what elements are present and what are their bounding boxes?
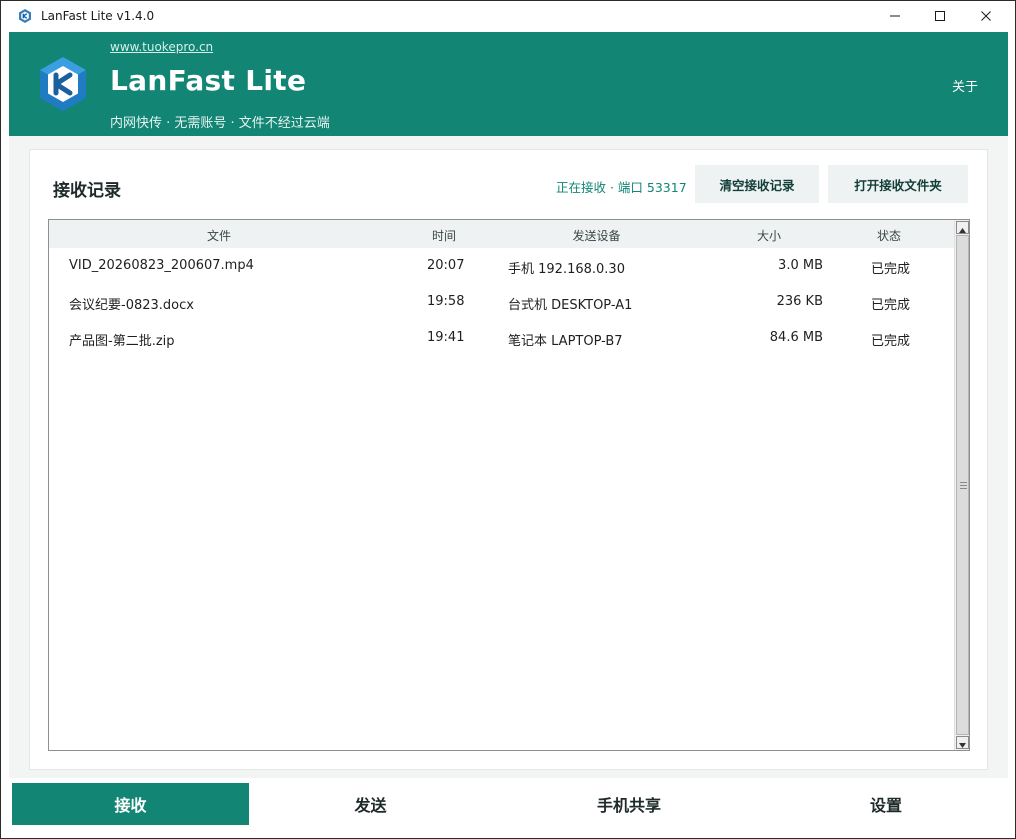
minimize-button[interactable] xyxy=(872,1,918,32)
cell-device: 台式机 DESKTOP-A1 xyxy=(508,298,633,313)
scroll-thumb[interactable] xyxy=(956,235,969,735)
receive-table: 文件 时间 发送设备 大小 状态 VID_20260823_200607.mp4… xyxy=(48,219,970,751)
table-row[interactable]: VID_20260823_200607.mp4 20:07 手机 192.168… xyxy=(49,248,955,284)
cell-file: 产品图-第二批.zip xyxy=(69,334,175,349)
main-area: 接收记录 正在接收 · 端口 53317 清空接收记录 打开接收文件夹 文件 时… xyxy=(9,136,1008,778)
column-header-time[interactable]: 时间 xyxy=(409,227,479,244)
nav-tab-receive[interactable]: 接收 xyxy=(12,783,249,825)
cell-device: 笔记本 LAPTOP-B7 xyxy=(508,334,623,349)
scroll-grip xyxy=(960,482,967,483)
nav-tab-send[interactable]: 发送 xyxy=(249,783,492,825)
about-link[interactable]: 关于 xyxy=(952,76,978,95)
scroll-grip xyxy=(960,488,967,489)
cell-time: 19:58 xyxy=(427,294,465,309)
brand-title: LanFast Lite xyxy=(110,64,307,97)
cell-time: 19:41 xyxy=(427,330,465,345)
panel-title: 接收记录 xyxy=(53,181,121,201)
table-header: 文件 时间 发送设备 大小 状态 xyxy=(49,220,955,248)
receive-panel: 接收记录 正在接收 · 端口 53317 清空接收记录 打开接收文件夹 文件 时… xyxy=(29,149,988,770)
open-folder-button[interactable]: 打开接收文件夹 xyxy=(828,165,968,203)
receive-status: 正在接收 · 端口 53317 xyxy=(556,180,687,195)
close-icon xyxy=(980,7,992,26)
cell-file: VID_20260823_200607.mp4 xyxy=(69,258,254,273)
window-title: LanFast Lite v1.4.0 xyxy=(41,9,155,23)
scroll-up-button[interactable] xyxy=(956,221,969,234)
cell-size: 236 KB xyxy=(776,294,823,309)
clear-records-button[interactable]: 清空接收记录 xyxy=(695,165,819,203)
scroll-grip xyxy=(960,485,967,486)
nav-tab-phone-share[interactable]: 手机共享 xyxy=(499,783,759,825)
lanfast-logo-icon xyxy=(37,55,89,113)
cell-file: 会议纪要-0823.docx xyxy=(69,298,194,313)
nav-tab-settings[interactable]: 设置 xyxy=(761,783,1011,825)
cell-time: 20:07 xyxy=(427,258,465,273)
brand-subtitle: 内网快传 · 无需账号 · 文件不经过云端 xyxy=(110,116,330,131)
column-header-device[interactable]: 发送设备 xyxy=(504,227,689,244)
cell-size: 3.0 MB xyxy=(778,258,823,273)
minimize-icon xyxy=(889,7,901,26)
cell-device: 手机 192.168.0.30 xyxy=(508,262,625,277)
column-header-size[interactable]: 大小 xyxy=(729,227,809,244)
maximize-button[interactable] xyxy=(917,1,963,32)
table-row[interactable]: 会议纪要-0823.docx 19:58 台式机 DESKTOP-A1 236 … xyxy=(49,284,955,320)
bottom-nav: 接收 发送 手机共享 设置 xyxy=(9,778,1008,830)
table-row[interactable]: 产品图-第二批.zip 19:41 笔记本 LAPTOP-B7 84.6 MB … xyxy=(49,320,955,356)
column-header-file[interactable]: 文件 xyxy=(49,227,389,244)
vertical-scrollbar[interactable] xyxy=(954,220,969,750)
maximize-icon xyxy=(934,7,946,26)
cell-status: 已完成 xyxy=(871,262,911,277)
cell-status: 已完成 xyxy=(871,334,911,349)
column-header-status[interactable]: 状态 xyxy=(849,227,929,244)
app-window: LanFast Lite v1.4.0 www.tuokepro.cn LanF… xyxy=(0,0,1016,839)
arrow-down-icon xyxy=(959,733,966,750)
app-header: www.tuokepro.cn LanFast Lite 内网快传 · 无需账号… xyxy=(9,32,1008,136)
close-button[interactable] xyxy=(963,1,1009,32)
cell-size: 84.6 MB xyxy=(769,330,823,345)
app-logo-icon xyxy=(17,8,33,24)
title-bar[interactable]: LanFast Lite v1.4.0 xyxy=(1,1,1015,32)
website-link[interactable]: www.tuokepro.cn xyxy=(110,40,213,54)
cell-status: 已完成 xyxy=(871,298,911,313)
scroll-down-button[interactable] xyxy=(956,736,969,749)
